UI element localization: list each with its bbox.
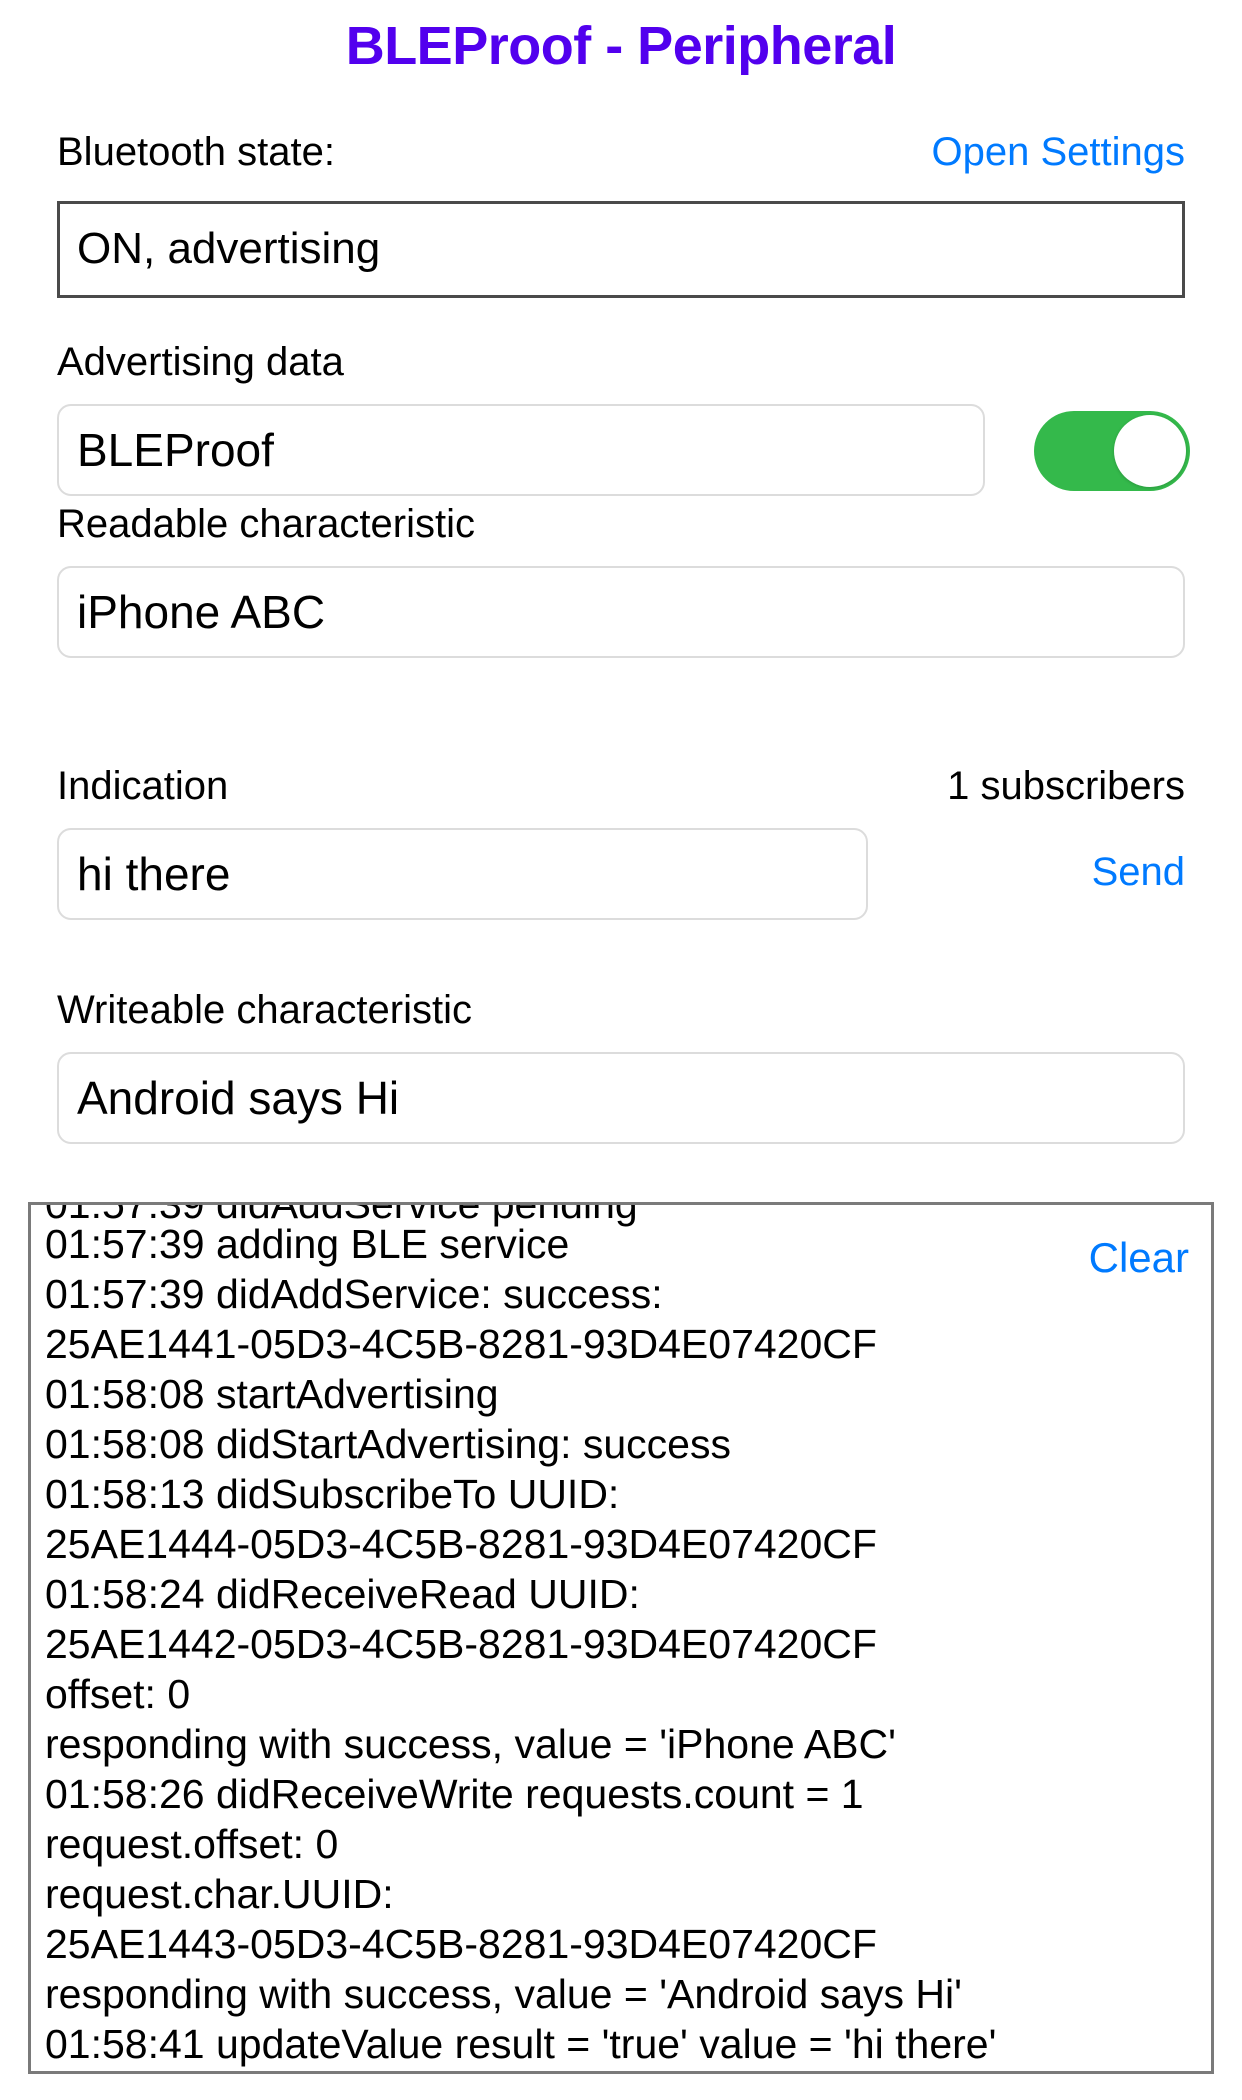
indication-label: Indication — [57, 764, 229, 808]
log-line: 25AE1441-05D3-4C5B-8281-93D4E07420CF — [45, 1321, 877, 1367]
readable-characteristic-input[interactable]: iPhone ABC — [57, 566, 1185, 658]
bluetooth-state-value: ON, advertising — [77, 224, 381, 273]
log-line: 01:58:08 didStartAdvertising: success — [45, 1421, 731, 1467]
log-line: 01:58:41 updateValue result = 'true' val… — [45, 2021, 997, 2067]
log-console[interactable]: 01:57:39 didAddService pending 01:57:39 … — [28, 1202, 1214, 2074]
log-line-list: 01:57:39 adding BLE service 01:57:39 didA… — [45, 1219, 1045, 2069]
log-line: 01:58:24 didReceiveRead UUID: — [45, 1571, 640, 1617]
log-line: 01:58:13 didSubscribeTo UUID: — [45, 1471, 620, 1517]
log-line: responding with success, value = 'Androi… — [45, 1971, 962, 2017]
writeable-characteristic-value: Android says Hi — [77, 1072, 400, 1124]
log-line: 01:57:39 didAddService: success: — [45, 1271, 663, 1317]
toggle-knob — [1114, 415, 1186, 487]
log-line: 01:58:08 startAdvertising — [45, 1371, 499, 1417]
log-line: responding with success, value = 'iPhone… — [45, 1721, 896, 1767]
log-line: 01:58:26 didReceiveWrite requests.count … — [45, 1771, 864, 1817]
advertising-toggle[interactable] — [1034, 411, 1190, 491]
bluetooth-state-label: Bluetooth state: — [57, 130, 335, 174]
log-line: 25AE1444-05D3-4C5B-8281-93D4E07420CF — [45, 1521, 877, 1567]
indication-input[interactable]: hi there — [57, 828, 868, 920]
readable-characteristic-label: Readable characteristic — [57, 502, 475, 546]
page-title: BLEProof - Peripheral — [345, 16, 897, 76]
subscribers-count: 1 subscribers — [947, 764, 1185, 808]
log-line: offset: 0 — [45, 1671, 191, 1717]
clear-log-button[interactable]: Clear — [1089, 1233, 1189, 1283]
advertising-data-input[interactable]: BLEProof — [57, 404, 985, 496]
advertising-data-label: Advertising data — [57, 340, 344, 384]
log-line: request.char.UUID: — [45, 1871, 394, 1917]
writeable-characteristic-label: Writeable characteristic — [57, 988, 472, 1032]
log-line: 25AE1442-05D3-4C5B-8281-93D4E07420CF — [45, 1621, 877, 1667]
bluetooth-state-display: ON, advertising — [57, 201, 1185, 298]
log-line: 25AE1443-05D3-4C5B-8281-93D4E07420CF — [45, 1921, 877, 1967]
indication-value: hi there — [77, 848, 231, 900]
advertising-data-value: BLEProof — [77, 424, 274, 476]
open-settings-button[interactable]: Open Settings — [932, 128, 1186, 176]
log-line: 01:57:39 adding BLE service — [45, 1221, 570, 1267]
readable-characteristic-value: iPhone ABC — [77, 586, 326, 638]
log-line: request.offset: 0 — [45, 1821, 339, 1867]
send-button[interactable]: Send — [1092, 848, 1185, 896]
writeable-characteristic-input[interactable]: Android says Hi — [57, 1052, 1185, 1144]
